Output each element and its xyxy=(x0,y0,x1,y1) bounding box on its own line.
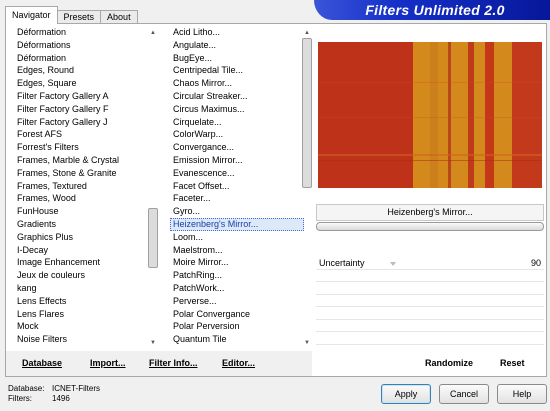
category-list-item[interactable]: Noise Filters xyxy=(14,333,152,346)
status-database-label: Database: xyxy=(8,384,45,393)
category-list-item[interactable]: Filter Factory Gallery J xyxy=(14,116,152,129)
filter-list-item[interactable]: Cirquelate... xyxy=(170,116,304,129)
apply-button[interactable]: Apply xyxy=(381,384,431,404)
filter-list-item[interactable]: Emission Mirror... xyxy=(170,154,304,167)
category-list-item[interactable]: Déformations xyxy=(14,39,152,52)
filter-list-item[interactable]: Convergance... xyxy=(170,141,304,154)
help-button[interactable]: Help xyxy=(497,384,547,404)
category-list-item[interactable]: kang xyxy=(14,282,152,295)
parameter-row-uncertainty[interactable]: Uncertainty 90 xyxy=(316,257,544,270)
tab-strip: Navigator Presets About xyxy=(5,6,138,24)
status-filters-value: 1496 xyxy=(52,394,70,403)
filter-list[interactable]: Acid Litho... Angulate... BugEye... Centrip… xyxy=(170,26,304,354)
list-button-bar: Database Import... Filter Info... Editor… xyxy=(6,351,312,376)
scroll-up-icon[interactable]: ▲ xyxy=(148,28,158,38)
filter-list-item[interactable]: PatchWork... xyxy=(170,282,304,295)
category-list-item[interactable]: Gradients xyxy=(14,218,152,231)
filter-scrollbar[interactable]: ▲ ▼ xyxy=(302,28,312,348)
category-list-item[interactable]: Mock xyxy=(14,320,152,333)
filter-list-item[interactable]: Quantum Tile xyxy=(170,333,304,346)
category-list-item[interactable]: I-Decay xyxy=(14,244,152,257)
category-list-item[interactable]: Frames, Wood xyxy=(14,192,152,205)
filter-list-item[interactable]: Faceter... xyxy=(170,192,304,205)
category-list-item[interactable]: Frames, Marble & Crystal xyxy=(14,154,152,167)
filter-list-item[interactable]: Gyro... xyxy=(170,205,304,218)
scroll-thumb[interactable] xyxy=(148,208,158,268)
filter-list-item[interactable]: Polar Perversion xyxy=(170,320,304,333)
parameter-label: Uncertainty xyxy=(319,258,365,268)
filter-list-item[interactable]: PatchRing... xyxy=(170,269,304,282)
category-list-item[interactable]: Frames, Textured xyxy=(14,180,152,193)
filter-list-item[interactable]: Acid Litho... xyxy=(170,26,304,39)
filter-list-item[interactable]: BugEye... xyxy=(170,52,304,65)
filter-list-item[interactable]: Centripedal Tile... xyxy=(170,64,304,77)
slider-marker-icon[interactable] xyxy=(389,262,396,266)
parameter-area: Uncertainty 90 xyxy=(316,257,544,347)
tab-navigator[interactable]: Navigator xyxy=(5,6,58,24)
parameter-row-empty xyxy=(316,282,544,295)
filter-list-item[interactable]: Evanescence... xyxy=(170,167,304,180)
scroll-down-icon[interactable]: ▼ xyxy=(302,338,312,348)
status-filters-label: Filters: xyxy=(8,394,32,403)
selected-filter-name: Heizenberg's Mirror... xyxy=(316,204,544,221)
parameter-row-empty xyxy=(316,295,544,307)
filter-list-item[interactable]: Circus Maximus... xyxy=(170,103,304,116)
category-list-item[interactable]: Image Enhancement xyxy=(14,256,152,269)
preview-button-bar: Randomize Reset xyxy=(312,351,546,376)
filter-list-item[interactable]: Heizenberg's Mirror... xyxy=(170,217,304,231)
category-list-item[interactable]: Jeux de couleurs xyxy=(14,269,152,282)
filter-list-item[interactable]: Perverse... xyxy=(170,295,304,308)
navigator-panel: Déformation Déformations Déformation Edges,… xyxy=(5,23,547,377)
parameter-row-empty xyxy=(316,320,544,332)
category-list-item[interactable]: Graphics Plus xyxy=(14,231,152,244)
randomize-button[interactable]: Randomize xyxy=(425,358,473,368)
parameter-row-empty xyxy=(316,270,544,282)
status-database-value: ICNET-Filters xyxy=(52,384,100,393)
filter-list-item[interactable]: Angulate... xyxy=(170,39,304,52)
filter-list-item[interactable]: ColorWarp... xyxy=(170,128,304,141)
parameter-value: 90 xyxy=(530,258,541,268)
cancel-button[interactable]: Cancel xyxy=(439,384,489,404)
category-list-item[interactable]: Filter Factory Gallery A xyxy=(14,90,152,103)
filter-list-item[interactable]: Facet Offset... xyxy=(170,180,304,193)
filter-preview xyxy=(318,42,542,188)
filter-info-button[interactable]: Filter Info... xyxy=(149,358,198,368)
filter-list-item[interactable]: Maelstrom... xyxy=(170,244,304,257)
category-list-item[interactable]: Frames, Stone & Granite xyxy=(14,167,152,180)
category-list-item[interactable]: Lens Effects xyxy=(14,295,152,308)
category-list-item[interactable]: Déformation xyxy=(14,52,152,65)
filter-list-item[interactable]: Loom... xyxy=(170,231,304,244)
filter-list-item[interactable]: Chaos Mirror... xyxy=(170,77,304,90)
import-button[interactable]: Import... xyxy=(90,358,126,368)
category-list-item[interactable]: Forrest's Filters xyxy=(14,141,152,154)
category-list-item[interactable]: Déformation xyxy=(14,26,152,39)
category-list-item[interactable]: Edges, Round xyxy=(14,64,152,77)
reset-button[interactable]: Reset xyxy=(500,358,525,368)
parameter-row-empty xyxy=(316,307,544,320)
category-list-item[interactable]: Filter Factory Gallery F xyxy=(14,103,152,116)
category-list[interactable]: Déformation Déformations Déformation Edges,… xyxy=(14,26,152,354)
category-scrollbar[interactable]: ▲ ▼ xyxy=(148,28,158,348)
editor-button[interactable]: Editor... xyxy=(222,358,255,368)
app-logo-title: Filters Unlimited 2.0 xyxy=(314,0,550,20)
scroll-up-icon[interactable]: ▲ xyxy=(302,28,312,38)
filter-list-item[interactable]: Polar Convergance xyxy=(170,308,304,321)
scroll-down-icon[interactable]: ▼ xyxy=(148,338,158,348)
tab-presets[interactable]: Presets xyxy=(56,10,102,24)
progress-bar xyxy=(316,222,544,231)
database-button[interactable]: Database xyxy=(22,358,62,368)
scroll-thumb[interactable] xyxy=(302,38,312,188)
parameter-row-empty xyxy=(316,332,544,345)
filter-list-item[interactable]: Moire Mirror... xyxy=(170,256,304,269)
filter-list-item[interactable]: Circular Streaker... xyxy=(170,90,304,103)
category-list-item[interactable]: Lens Flares xyxy=(14,308,152,321)
category-list-item[interactable]: Forest AFS xyxy=(14,128,152,141)
tab-about[interactable]: About xyxy=(100,10,138,24)
category-list-item[interactable]: FunHouse xyxy=(14,205,152,218)
status-info: Database: ICNET-Filters Filters: 1496 xyxy=(8,384,100,404)
category-list-item[interactable]: Edges, Square xyxy=(14,77,152,90)
